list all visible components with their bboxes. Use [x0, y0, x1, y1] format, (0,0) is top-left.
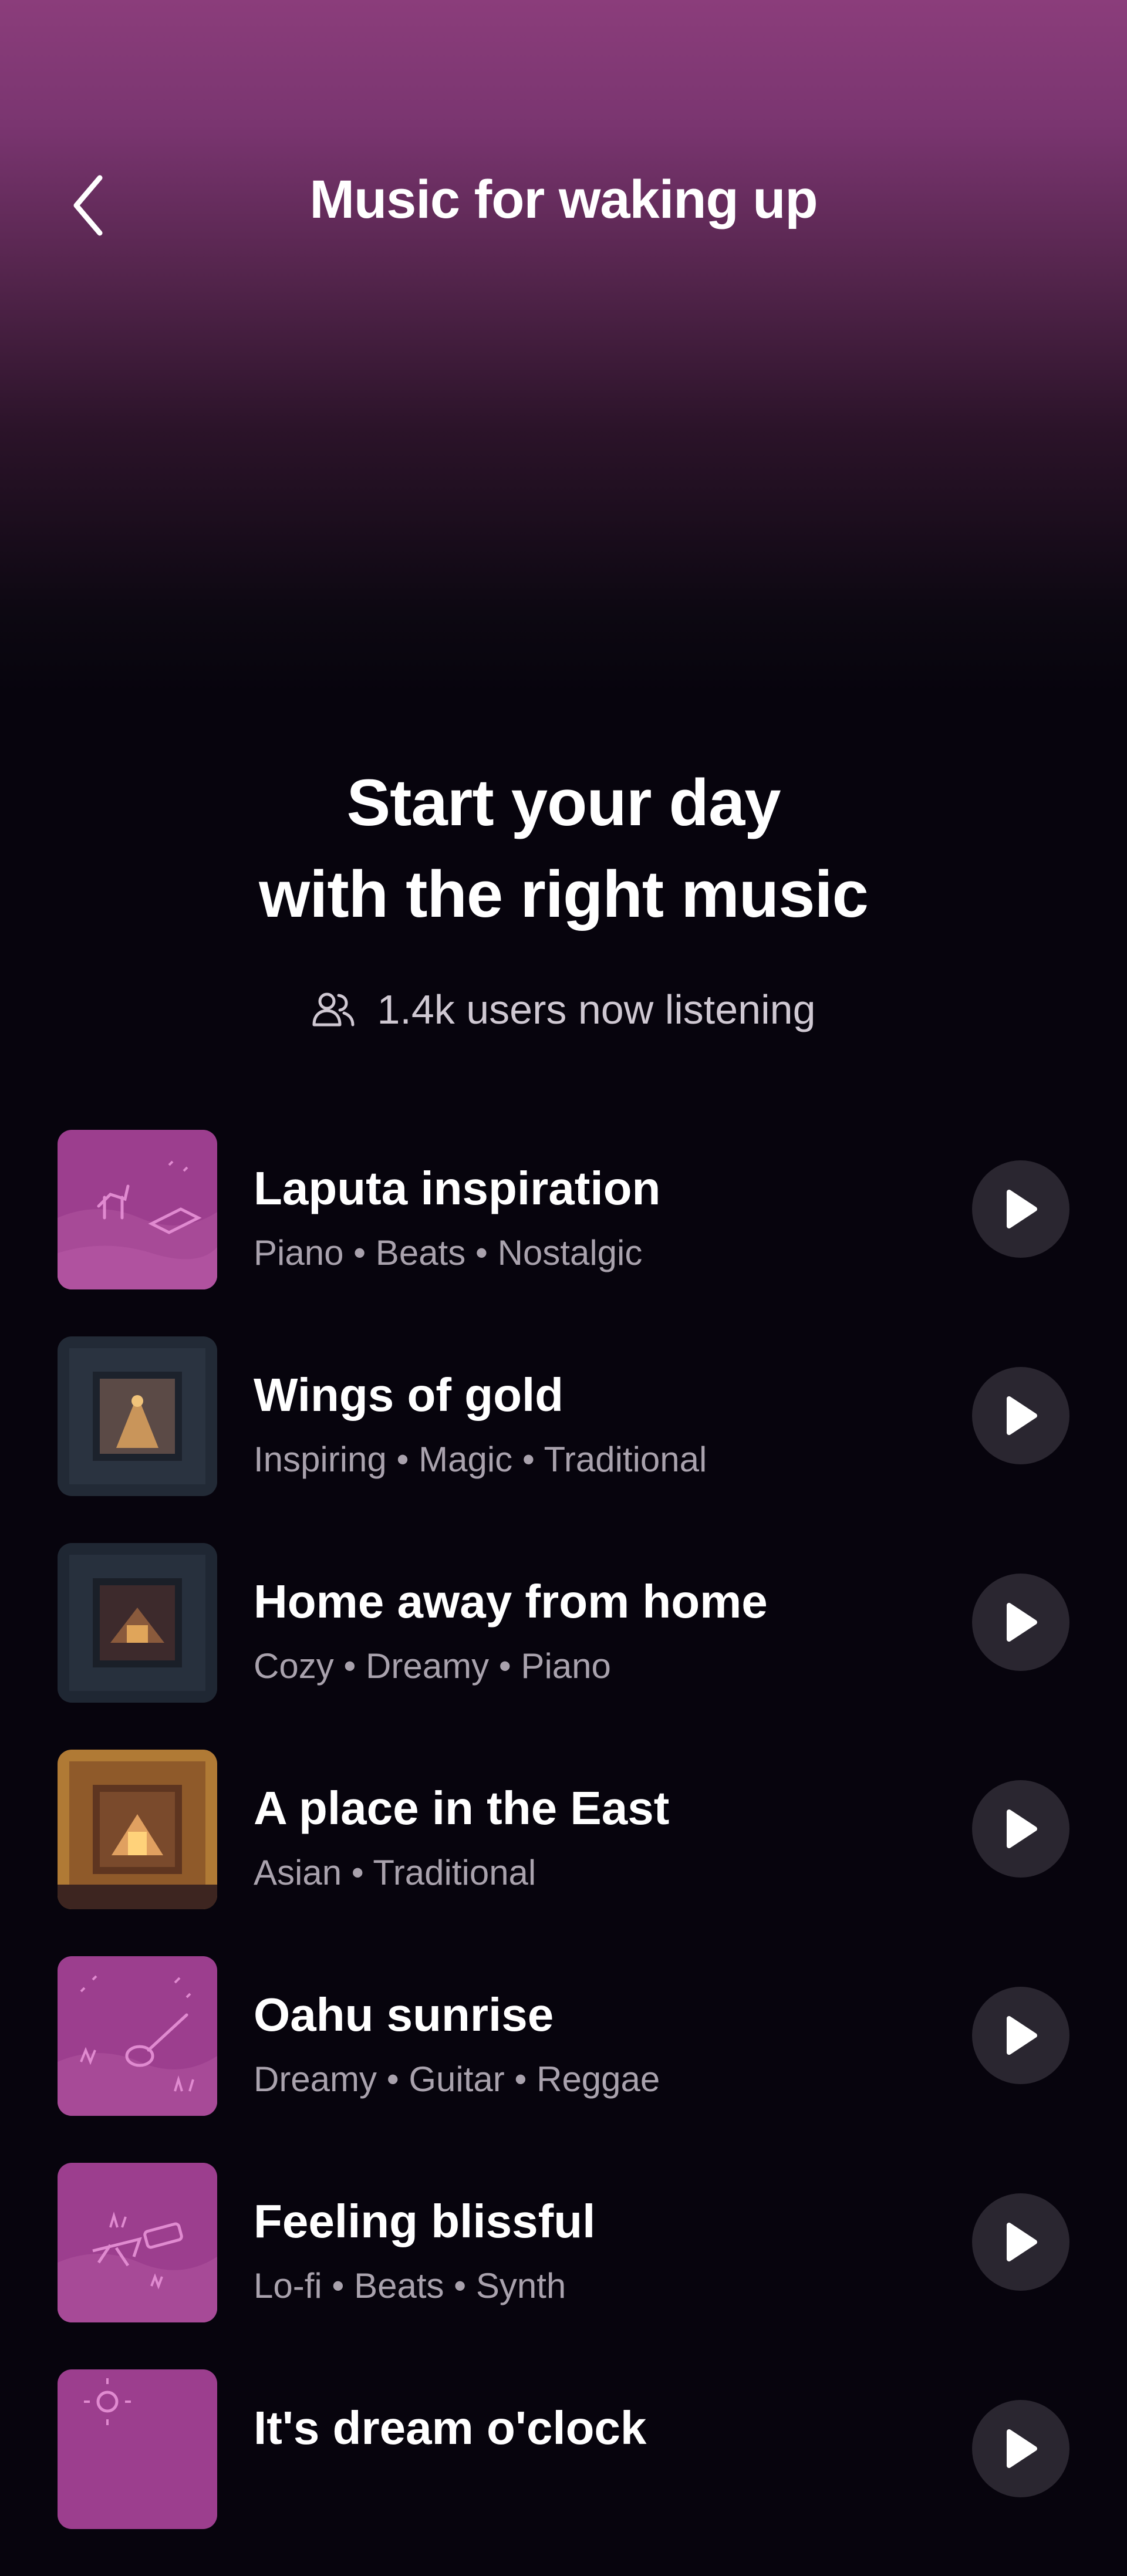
track-artwork — [58, 2163, 217, 2322]
track-tags: Piano • Beats • Nostalgic — [254, 1233, 643, 1272]
play-icon — [1007, 2016, 1037, 2055]
track-artwork — [58, 1130, 217, 1289]
track-title: It's dream o'clock — [254, 2402, 647, 2454]
page-title: Music for waking up — [309, 170, 818, 229]
play-button[interactable] — [972, 1574, 1069, 1671]
play-button[interactable] — [972, 1987, 1069, 2084]
track-tags: Asian • Traditional — [254, 1853, 536, 1892]
list-item[interactable]: Home away from home Cozy • Dreamy • Pian… — [0, 1543, 1127, 1750]
track-list: Laputa inspiration Piano • Beats • Nosta… — [0, 1130, 1127, 2576]
list-item[interactable]: A place in the East Asian • Traditional — [0, 1750, 1127, 1956]
headline-line-1: Start your day — [346, 766, 781, 839]
track-tags: Dreamy • Guitar • Reggae — [254, 2060, 660, 2099]
track-artwork — [58, 1750, 217, 1909]
play-button[interactable] — [972, 1160, 1069, 1258]
users-icon — [312, 992, 355, 1027]
play-button[interactable] — [972, 2400, 1069, 2497]
intro-headline: Start your day with the right music — [0, 757, 1127, 940]
track-title: Laputa inspiration — [254, 1162, 661, 1214]
listeners-text: 1.4k users now listening — [377, 987, 816, 1032]
track-title: A place in the East — [254, 1782, 670, 1834]
track-artwork — [58, 1336, 217, 1496]
track-artwork — [58, 2369, 217, 2529]
track-title: Oahu sunrise — [254, 1988, 554, 2041]
play-icon — [1007, 2429, 1037, 2468]
play-button[interactable] — [972, 1780, 1069, 1878]
listeners-count: 1.4k users now listening — [0, 986, 1127, 1033]
play-button[interactable] — [972, 1367, 1069, 1464]
play-icon — [1007, 1603, 1037, 1642]
hero-header — [0, 0, 1127, 693]
list-item[interactable]: It's dream o'clock — [0, 2369, 1127, 2576]
play-icon — [1007, 1809, 1037, 1848]
play-icon — [1007, 2223, 1037, 2261]
track-artwork — [58, 1956, 217, 2116]
play-icon — [1007, 1396, 1037, 1435]
track-title: Feeling blissful — [254, 2195, 596, 2247]
list-item[interactable]: Wings of gold Inspiring • Magic • Tradit… — [0, 1336, 1127, 1543]
list-item[interactable]: Feeling blissful Lo-fi • Beats • Synth — [0, 2163, 1127, 2369]
track-tags: Inspiring • Magic • Traditional — [254, 1440, 707, 1479]
play-button[interactable] — [972, 2193, 1069, 2291]
track-title: Home away from home — [254, 1575, 768, 1628]
list-item[interactable]: Oahu sunrise Dreamy • Guitar • Reggae — [0, 1956, 1127, 2163]
track-artwork — [58, 1543, 217, 1703]
play-icon — [1007, 1190, 1037, 1228]
list-item[interactable]: Laputa inspiration Piano • Beats • Nosta… — [0, 1130, 1127, 1336]
headline-line-2: with the right music — [259, 857, 869, 931]
track-tags: Lo-fi • Beats • Synth — [254, 2266, 566, 2305]
track-tags: Cozy • Dreamy • Piano — [254, 1646, 611, 1686]
track-title: Wings of gold — [254, 1369, 564, 1421]
